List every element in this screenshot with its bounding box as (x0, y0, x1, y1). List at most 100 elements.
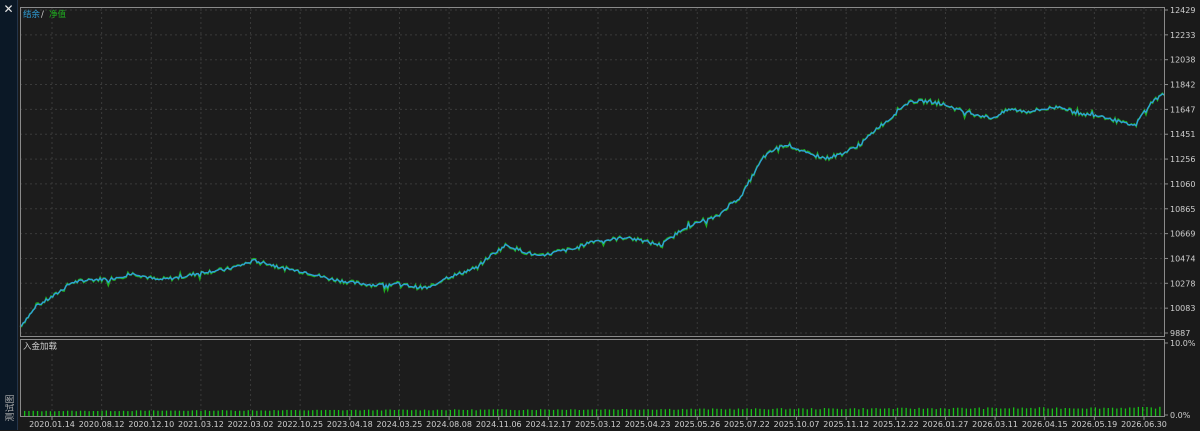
deposit-bar (724, 409, 727, 416)
deposit-bar (312, 410, 314, 416)
deposit-bar (1099, 408, 1101, 416)
deposit-bar (686, 409, 688, 416)
deposit-bar (54, 411, 56, 416)
deposit-bar (380, 410, 383, 416)
deposit-bar (196, 410, 198, 416)
deposit-bar (1129, 407, 1131, 416)
y-tick-label: 11060 (1170, 180, 1195, 189)
deposit-bar (522, 410, 525, 416)
deposit-bar (1043, 407, 1045, 416)
deposit-bar (1073, 408, 1075, 416)
deposit-bar (892, 409, 894, 416)
deposit-bar (462, 409, 464, 416)
deposit-bar (836, 408, 838, 416)
y-tick-label: 10474 (1170, 254, 1195, 263)
deposit-bar (931, 408, 933, 416)
deposit-bar (540, 409, 542, 416)
deposit-bar (230, 410, 232, 416)
deposit-bar (131, 411, 133, 416)
deposit-bar (557, 409, 559, 416)
deposit-bar (303, 410, 305, 416)
x-tick-label: 2026.05.19 (1071, 420, 1117, 429)
deposit-bar (544, 409, 546, 416)
y-tick-label: 10865 (1170, 205, 1195, 214)
deposit-bar (1081, 408, 1084, 416)
deposit-bar (995, 408, 998, 416)
x-tick-label: 2025.11.12 (823, 420, 869, 429)
deposit-bar (445, 410, 447, 416)
deposit-bar (161, 410, 163, 416)
deposit-bar (763, 409, 765, 416)
deposit-bar (187, 410, 189, 416)
deposit-bar (755, 408, 757, 416)
deposit-bar (299, 410, 301, 416)
deposit-bar (454, 409, 456, 416)
deposit-bar (1124, 408, 1127, 416)
deposit-bar (767, 409, 770, 416)
deposit-bar (208, 410, 211, 416)
deposit-bar (1021, 407, 1023, 416)
deposit-bar (221, 410, 224, 416)
deposit-bar (1154, 408, 1157, 416)
deposit-bar (325, 409, 327, 416)
deposit-bar (776, 408, 778, 416)
sub-plot-background (20, 339, 1164, 416)
deposit-bar (1034, 408, 1036, 416)
deposit-bar (729, 408, 731, 416)
deposit-bar (780, 408, 783, 416)
y-tick-label: 12233 (1170, 31, 1195, 40)
legend-balance: 结余 (23, 9, 41, 20)
deposit-bar (226, 410, 228, 416)
deposit-bar (432, 410, 434, 416)
deposit-bar (970, 408, 972, 416)
deposit-bar (247, 410, 249, 416)
deposit-bar (1025, 408, 1028, 416)
deposit-bar (1047, 408, 1049, 416)
deposit-bar (613, 409, 615, 416)
deposit-bar (690, 408, 692, 416)
deposit-bar (518, 410, 520, 416)
deposit-bar (127, 411, 129, 416)
deposit-bar (32, 410, 34, 416)
x-tick-label: 2024.03.25 (377, 420, 423, 429)
sidebar: ✕ 测试图 (0, 0, 18, 430)
sub-chart-title: 入金加载 (23, 341, 58, 352)
deposit-bar (294, 410, 297, 416)
x-tick-label: 2024.08.08 (426, 420, 472, 429)
deposit-bar (67, 410, 69, 416)
deposit-bar (243, 410, 245, 416)
deposit-bar (1137, 406, 1139, 416)
deposit-bar (84, 410, 86, 416)
y-tick-label: 10669 (1170, 230, 1195, 239)
deposit-bar (720, 408, 722, 416)
sub-y-axis: 10.0% 0.0% (1164, 339, 1196, 420)
deposit-bar (905, 407, 907, 416)
deposit-bar (1077, 408, 1079, 416)
deposit-bar (1004, 408, 1006, 416)
deposit-bar (647, 409, 649, 416)
deposit-bar (643, 409, 645, 416)
deposit-bar (492, 409, 494, 416)
deposit-bar (841, 409, 843, 416)
deposit-bar (570, 409, 572, 416)
close-icon[interactable]: ✕ (2, 3, 15, 16)
legend-separator: / (41, 10, 44, 20)
deposit-bar (875, 408, 877, 416)
y-tick-label: 12038 (1170, 56, 1195, 65)
deposit-bar (398, 409, 400, 416)
deposit-bar (746, 408, 748, 416)
deposit-bar (290, 410, 292, 416)
deposit-bar (587, 409, 589, 416)
deposit-bar (376, 409, 378, 416)
legend-equity: 净值 (49, 9, 67, 20)
deposit-bar (772, 408, 774, 416)
deposit-bar (815, 409, 817, 416)
deposit-bar (656, 409, 658, 416)
deposit-bar (888, 408, 890, 416)
deposit-bar (583, 409, 585, 416)
deposit-bar (135, 410, 138, 416)
deposit-bar (1060, 408, 1062, 416)
deposit-bar (1159, 406, 1161, 416)
y-tick-label: 11842 (1170, 81, 1195, 90)
deposit-bar (1146, 407, 1148, 416)
